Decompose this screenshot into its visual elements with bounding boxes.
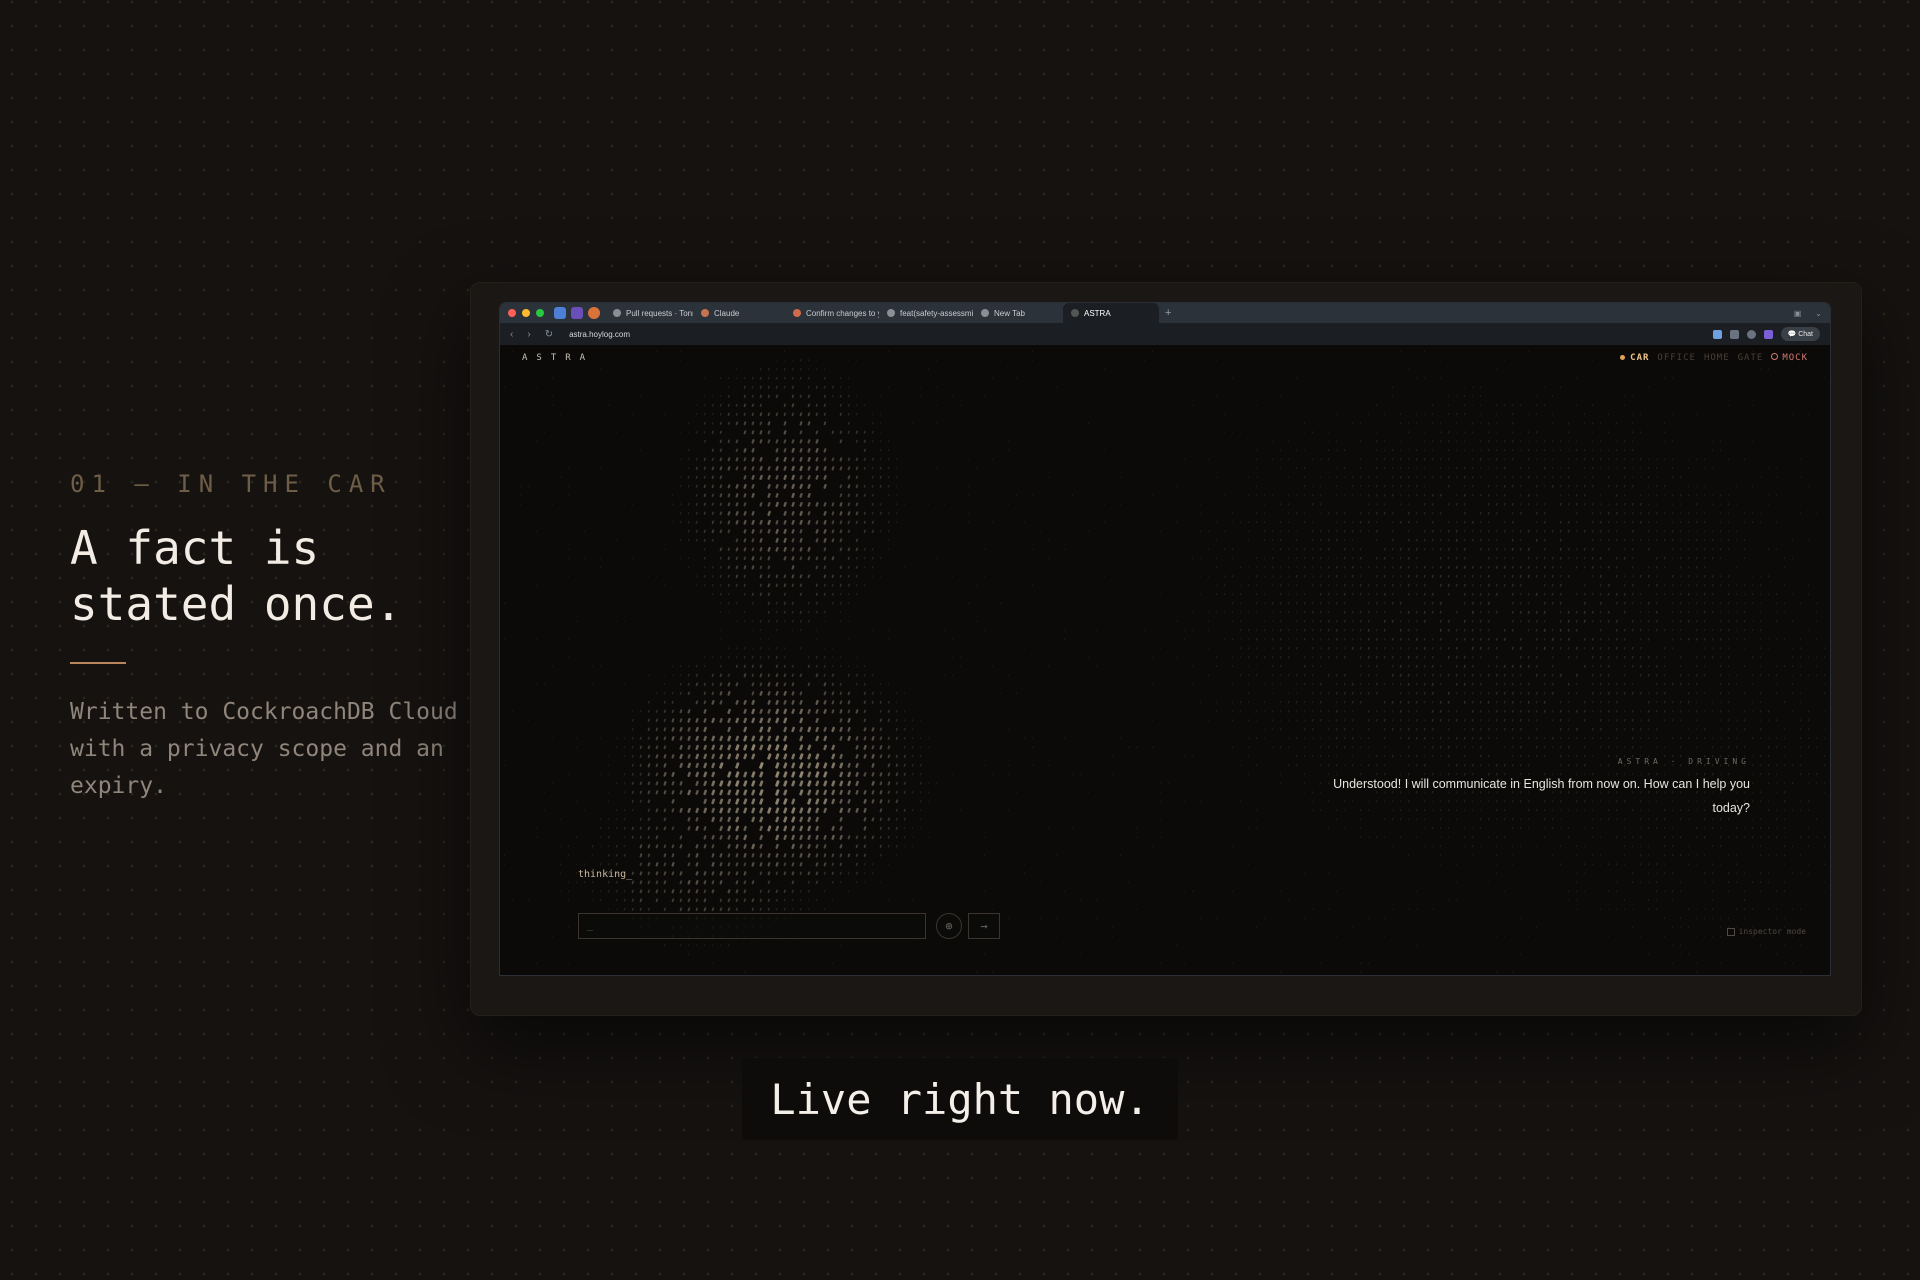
tab-search-icon[interactable]: ▣: [1794, 309, 1802, 318]
ascii-camera-feed: [503, 350, 1826, 974]
message-input[interactable]: _: [578, 913, 926, 939]
tab-new-tab[interactable]: New Tab: [973, 303, 1063, 323]
gitlab-icon: [793, 309, 801, 317]
new-tab-button[interactable]: +: [1165, 307, 1171, 319]
window-controls: [508, 309, 544, 317]
section-headline: A fact is stated once.: [70, 520, 490, 632]
url-field[interactable]: astra.hoylog.com: [569, 330, 630, 339]
tab-pull-requests[interactable]: Pull requests · Tonmoi: [605, 303, 693, 323]
chevron-down-icon[interactable]: ⌄: [1815, 309, 1822, 318]
section-kicker: 01 — IN THE CAR: [70, 470, 392, 498]
section-intro: 01 — IN THE CAR A fact is stated once. W…: [70, 470, 490, 805]
mode-switcher: CAR OFFICE HOME GATE MOCK: [1620, 353, 1808, 363]
thinking-indicator: thinking_: [578, 869, 633, 880]
extension-icon[interactable]: [1729, 329, 1739, 339]
tab-confirm-changes[interactable]: Confirm changes to y: [785, 303, 879, 323]
reload-icon[interactable]: ↻: [545, 329, 553, 340]
extension-toolbar: 💬 Chat: [1712, 327, 1820, 341]
mic-button[interactable]: ⊕: [936, 913, 962, 939]
close-window-button[interactable]: [508, 309, 516, 317]
mock-toggle-icon: [1771, 353, 1779, 360]
section-description: Written to CockroachDB Cloud with a priv…: [70, 699, 458, 799]
back-arrow-icon[interactable]: ‹: [510, 329, 513, 340]
astra-tab-icon: [1071, 309, 1079, 317]
astra-app: ASTRA CAR OFFICE HOME GATE MOCK ASTRA · …: [500, 345, 1830, 975]
active-mode-dot: [1620, 355, 1626, 360]
minimize-window-button[interactable]: [522, 309, 530, 317]
tab-astra[interactable]: ASTRA: [1063, 303, 1159, 323]
pinned-tab-icon[interactable]: [588, 307, 600, 319]
mode-mock[interactable]: MOCK: [1771, 353, 1808, 363]
mode-home[interactable]: HOME: [1704, 353, 1730, 363]
tab-bar: Pull requests · Tonmoi Claude Confirm ch…: [500, 303, 1830, 323]
github-icon: [613, 309, 621, 317]
reply-label: ASTRA · DRIVING: [1617, 757, 1750, 766]
app-brand: ASTRA: [522, 353, 595, 363]
pinned-tab-icon[interactable]: [571, 307, 583, 319]
extension-icon[interactable]: [1763, 329, 1773, 339]
send-button[interactable]: →: [968, 913, 1000, 939]
chat-button[interactable]: 💬 Chat: [1780, 327, 1820, 341]
browser-window: Pull requests · Tonmoi Claude Confirm ch…: [500, 303, 1830, 975]
address-bar: ‹ › ↻ astra.hoylog.com 💬 Chat: [500, 323, 1830, 345]
caption-banner: Live right now.: [742, 1058, 1178, 1140]
claude-icon: [701, 309, 709, 317]
headline-line-1: A fact is: [70, 521, 320, 575]
assistant-reply: ASTRA · DRIVING Understood! I will commu…: [1330, 757, 1750, 820]
forward-arrow-icon[interactable]: ›: [527, 329, 530, 340]
pinned-tab-icon[interactable]: [554, 307, 566, 319]
tab-bar-controls: ▣ ⌄: [1794, 309, 1822, 318]
tab-feat-safety[interactable]: feat(safety-assessmi: [879, 303, 973, 323]
inspector-mode-toggle[interactable]: inspector mode: [1726, 927, 1806, 936]
new-tab-icon: [981, 309, 989, 317]
checkbox-icon: [1726, 927, 1735, 936]
accent-divider: [70, 662, 126, 664]
mode-office[interactable]: OFFICE: [1657, 353, 1696, 363]
extension-icon[interactable]: [1712, 329, 1722, 339]
headline-line-2: stated once.: [70, 577, 403, 631]
tab-claude[interactable]: Claude: [693, 303, 785, 323]
reply-text: Understood! I will communicate in Englis…: [1333, 777, 1750, 815]
caption-text: Live right now.: [770, 1074, 1150, 1124]
maximize-window-button[interactable]: [536, 309, 544, 317]
mode-car[interactable]: CAR: [1620, 353, 1649, 363]
github-icon: [887, 309, 895, 317]
mode-gate[interactable]: GATE: [1738, 353, 1764, 363]
extension-icon[interactable]: [1746, 329, 1756, 339]
